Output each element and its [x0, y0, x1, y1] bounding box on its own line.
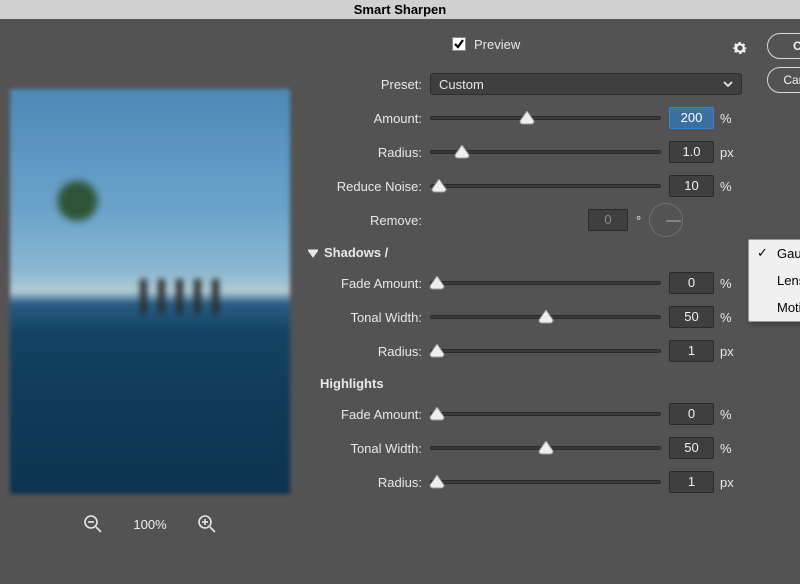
shadows-fade-unit: %: [714, 276, 742, 291]
highlights-fade-label: Fade Amount:: [300, 407, 430, 422]
shadows-radius-slider[interactable]: [430, 340, 661, 362]
reduce-noise-slider-thumb[interactable]: [431, 179, 447, 193]
amount-unit: %: [714, 111, 742, 126]
preview-pane: 100%: [0, 19, 300, 584]
zoom-in-button[interactable]: [197, 514, 217, 534]
radius-slider-thumb[interactable]: [454, 145, 470, 159]
amount-input[interactable]: 200: [669, 107, 714, 129]
highlights-radius-unit: px: [714, 475, 742, 490]
highlights-radius-thumb[interactable]: [429, 475, 445, 489]
highlights-fade-thumb[interactable]: [429, 407, 445, 421]
shadows-tonal-unit: %: [714, 310, 742, 325]
reduce-noise-slider[interactable]: [430, 175, 661, 197]
highlights-fade-input[interactable]: 0: [669, 403, 714, 425]
shadows-fade-thumb[interactable]: [429, 276, 445, 290]
amount-slider[interactable]: [430, 107, 661, 129]
shadows-tonal-input[interactable]: 50: [669, 306, 714, 328]
zoom-level: 100%: [133, 517, 166, 532]
amount-label: Amount:: [300, 111, 430, 126]
preview-label: Preview: [474, 37, 520, 52]
highlights-tonal-thumb[interactable]: [538, 441, 554, 455]
reduce-noise-unit: %: [714, 179, 742, 194]
shadows-tonal-label: Tonal Width:: [300, 310, 430, 325]
shadows-fade-label: Fade Amount:: [300, 276, 430, 291]
chevron-down-icon: [723, 79, 733, 89]
shadows-fade-slider[interactable]: [430, 272, 661, 294]
radius-input[interactable]: 1.0: [669, 141, 714, 163]
shadows-radius-thumb[interactable]: [429, 344, 445, 358]
remove-option-lens[interactable]: Lens Blur: [749, 267, 800, 294]
preset-value: Custom: [439, 77, 484, 92]
angle-unit: °: [636, 213, 641, 228]
highlights-tonal-unit: %: [714, 441, 742, 456]
reduce-noise-input[interactable]: 10: [669, 175, 714, 197]
chevron-down-icon: [308, 248, 318, 258]
zoom-out-icon: [83, 514, 103, 534]
preview-image[interactable]: [10, 89, 290, 494]
zoom-out-button[interactable]: [83, 514, 103, 534]
remove-dropdown-popup: Gaussian Blur Lens Blur Motion Blur: [748, 239, 800, 322]
highlights-title: Highlights: [320, 376, 384, 391]
shadows-fade-input[interactable]: 0: [669, 272, 714, 294]
checkmark-icon: [453, 38, 465, 50]
highlights-fade-unit: %: [714, 407, 742, 422]
gear-icon: [731, 39, 749, 57]
highlights-radius-label: Radius:: [300, 475, 430, 490]
radius-label: Radius:: [300, 145, 430, 160]
remove-option-motion[interactable]: Motion Blur: [749, 294, 800, 321]
shadows-tonal-thumb[interactable]: [538, 310, 554, 324]
ok-button[interactable]: OK: [767, 33, 800, 59]
shadows-title: Shadows /: [324, 245, 388, 260]
highlights-section-header: Highlights: [320, 376, 742, 391]
reduce-noise-label: Reduce Noise:: [300, 179, 430, 194]
highlights-fade-slider[interactable]: [430, 403, 661, 425]
window-title: Smart Sharpen: [0, 0, 800, 19]
highlights-tonal-slider[interactable]: [430, 437, 661, 459]
shadows-section-toggle[interactable]: Shadows /: [308, 245, 742, 260]
highlights-radius-input[interactable]: 1: [669, 471, 714, 493]
angle-input[interactable]: 0: [588, 209, 628, 231]
preset-select[interactable]: Custom: [430, 73, 742, 95]
zoom-in-icon: [197, 514, 217, 534]
remove-option-gaussian[interactable]: Gaussian Blur: [749, 240, 800, 267]
shadows-radius-input[interactable]: 1: [669, 340, 714, 362]
shadows-radius-unit: px: [714, 344, 742, 359]
cancel-button[interactable]: Cancel: [767, 67, 800, 93]
amount-slider-thumb[interactable]: [519, 111, 535, 125]
radius-unit: px: [714, 145, 742, 160]
settings-gear-button[interactable]: [731, 39, 749, 57]
angle-dial[interactable]: [649, 203, 683, 237]
shadows-tonal-slider[interactable]: [430, 306, 661, 328]
preset-label: Preset:: [300, 77, 430, 92]
highlights-radius-slider[interactable]: [430, 471, 661, 493]
highlights-tonal-label: Tonal Width:: [300, 441, 430, 456]
preview-checkbox[interactable]: [452, 37, 466, 51]
highlights-tonal-input[interactable]: 50: [669, 437, 714, 459]
shadows-radius-label: Radius:: [300, 344, 430, 359]
remove-label: Remove:: [300, 213, 430, 228]
radius-slider[interactable]: [430, 141, 661, 163]
